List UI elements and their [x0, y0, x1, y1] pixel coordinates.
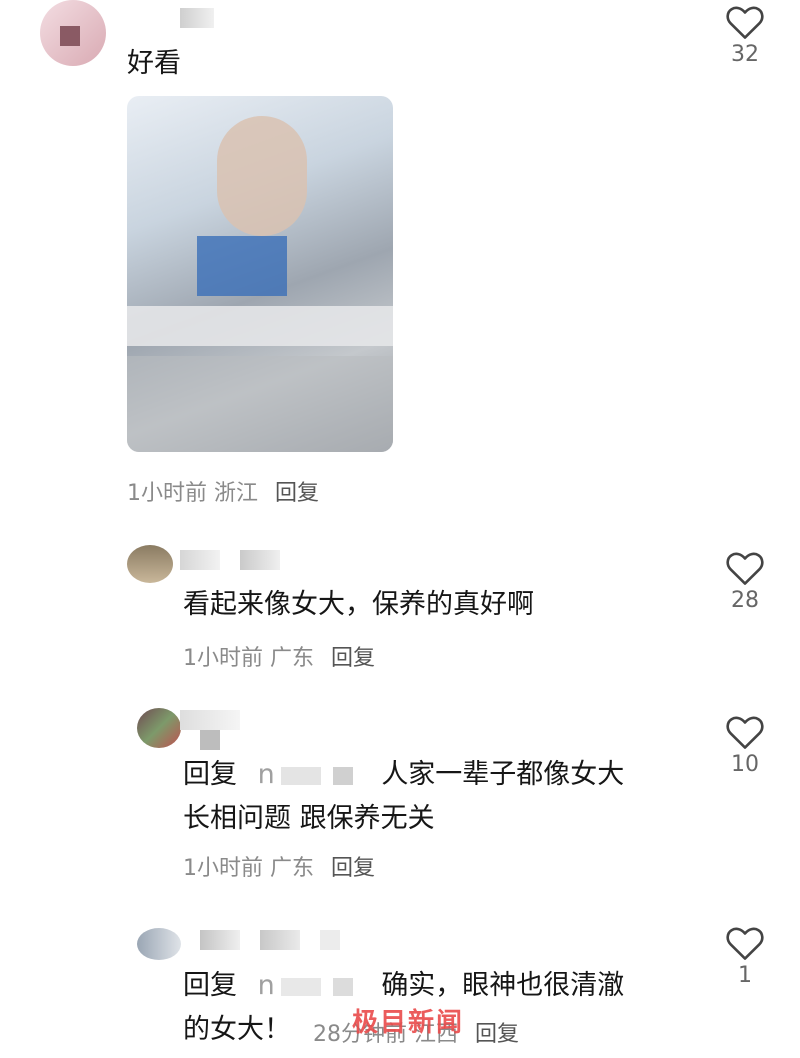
username-masked[interactable]: [180, 710, 240, 730]
comment-meta: 1小时前 广东 回复: [183, 640, 375, 672]
like-count: 28: [731, 588, 759, 613]
like-button[interactable]: 10: [715, 714, 775, 777]
like-count: 10: [731, 752, 759, 777]
comment-location: 广东: [270, 856, 315, 881]
mention-username[interactable]: n: [258, 964, 359, 1008]
comment-text: 回复 n 人家一辈子都像女大: [183, 753, 624, 797]
avatar[interactable]: [137, 928, 181, 960]
comment-location: 广东: [270, 646, 315, 671]
username-masked[interactable]: [320, 930, 340, 950]
username-masked[interactable]: [200, 930, 240, 950]
comment-time: 1小时前: [127, 481, 207, 506]
heart-outline-icon: [726, 552, 764, 585]
reply-button[interactable]: 回复: [475, 1022, 519, 1047]
username-masked[interactable]: [260, 930, 300, 950]
avatar[interactable]: [127, 545, 173, 583]
reply-prefix: 回复: [183, 970, 237, 1001]
username-masked[interactable]: [240, 550, 280, 570]
comment-location: 浙江: [214, 481, 259, 506]
like-count: 1: [738, 963, 752, 988]
comment-text-line2: 的女大！: [183, 1014, 291, 1045]
reply-button[interactable]: 回复: [331, 646, 375, 671]
comment-time: 1小时前: [183, 856, 263, 881]
comment-meta: 1小时前 浙江 回复: [127, 475, 319, 507]
avatar[interactable]: [40, 0, 106, 66]
comment-time: 1小时前: [183, 646, 263, 671]
like-button[interactable]: 32: [715, 4, 775, 67]
like-button[interactable]: 1: [715, 925, 775, 988]
comment-text: 好看: [127, 48, 181, 79]
reply-button[interactable]: 回复: [275, 481, 319, 506]
like-count: 32: [731, 42, 759, 67]
username-masked[interactable]: [180, 8, 214, 28]
avatar[interactable]: [137, 708, 181, 748]
comment-body: 人家一辈子都像女大: [381, 759, 625, 790]
like-button[interactable]: 28: [715, 550, 775, 613]
comment-text: 看起来像女大，保养的真好啊: [183, 589, 534, 620]
comment-image[interactable]: [127, 96, 393, 452]
reply-prefix: 回复: [183, 759, 237, 790]
heart-outline-icon: [726, 716, 764, 749]
heart-outline-icon: [726, 927, 764, 960]
reply-button[interactable]: 回复: [331, 856, 375, 881]
mention-username[interactable]: n: [258, 753, 359, 797]
comment-body: 确实，眼神也很清澈: [381, 970, 625, 1001]
heart-outline-icon: [726, 6, 764, 39]
comment-text-line2: 长相问题 跟保养无关: [183, 803, 435, 834]
username-masked[interactable]: [180, 550, 220, 570]
comment-meta: 1小时前 广东 回复: [183, 850, 375, 882]
watermark-logo: 极目新闻: [352, 1008, 465, 1038]
username-masked[interactable]: [200, 730, 220, 750]
